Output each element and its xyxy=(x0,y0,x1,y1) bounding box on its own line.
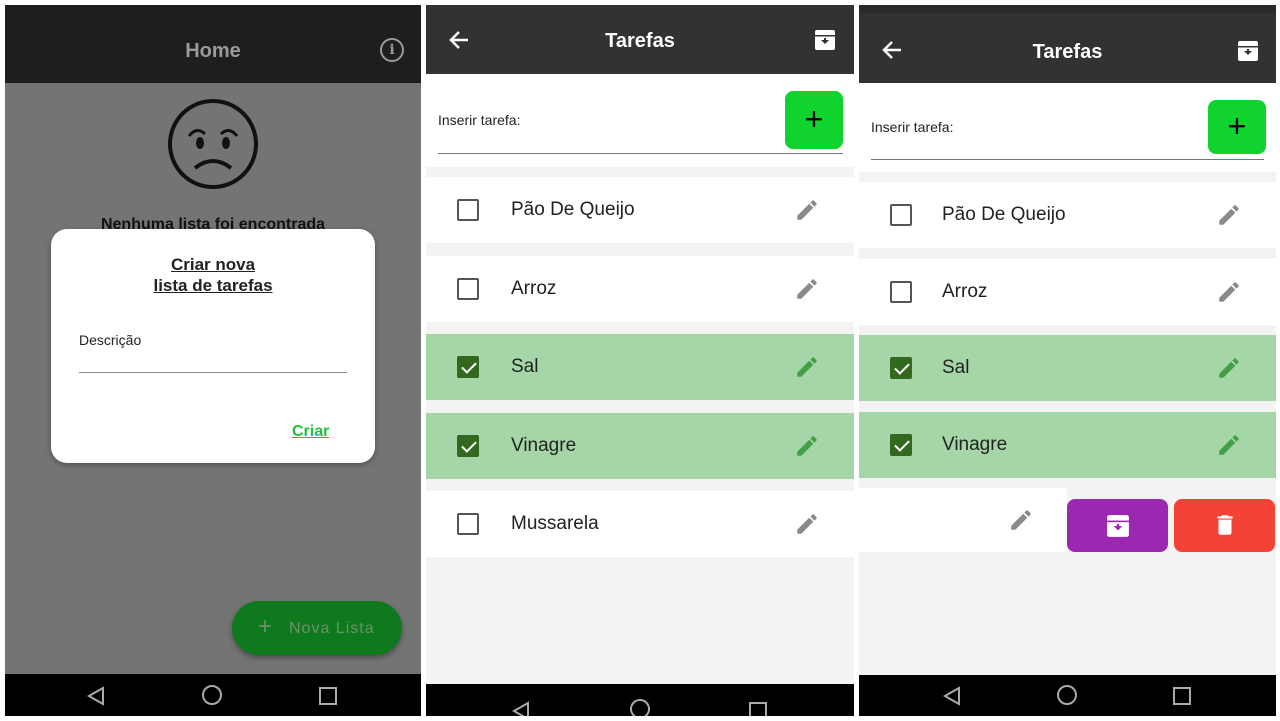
new-list-label: Nova Lista xyxy=(289,620,375,637)
system-nav-bar xyxy=(426,684,854,716)
delete-task-button[interactable] xyxy=(1174,499,1275,552)
task-label: Pão De Queijo xyxy=(942,204,1066,225)
archive-icon[interactable] xyxy=(1237,40,1259,62)
sad-face-icon xyxy=(168,99,258,189)
system-nav-bar xyxy=(859,675,1276,716)
add-task-button[interactable]: + xyxy=(785,91,843,149)
create-list-dialog: Criar nova lista de tarefas Descrição Cr… xyxy=(51,229,375,463)
nav-recents-icon[interactable] xyxy=(317,685,339,707)
page-title: Tarefas xyxy=(1032,41,1103,63)
task-input-underline xyxy=(438,153,843,154)
task-checkbox[interactable] xyxy=(890,357,912,379)
edit-icon[interactable] xyxy=(794,433,820,459)
archive-icon[interactable] xyxy=(814,29,836,51)
tasks-screen: Tarefas Inserir tarefa: + Pão De Queijo A… xyxy=(426,5,854,716)
task-input-field[interactable]: Inserir tarefa: xyxy=(871,119,953,135)
task-label: Vinagre xyxy=(942,433,1008,455)
nav-recents-icon[interactable] xyxy=(747,700,769,716)
nav-home-icon[interactable] xyxy=(629,698,651,716)
page-title: Tarefas xyxy=(605,30,675,52)
nav-recents-icon[interactable] xyxy=(1171,685,1193,707)
app-bar: Tarefas xyxy=(426,5,854,74)
edit-icon[interactable] xyxy=(794,354,820,380)
new-task-area: Inserir tarefa: + xyxy=(426,74,854,167)
task-label: Mussarela xyxy=(511,513,599,534)
task-checkbox[interactable] xyxy=(890,280,912,303)
task-label: Pão De Queijo xyxy=(511,199,635,220)
create-button[interactable]: Criar xyxy=(292,423,329,441)
task-row[interactable]: Sal xyxy=(859,335,1276,401)
nav-home-icon[interactable] xyxy=(1056,684,1078,706)
nav-back-icon[interactable] xyxy=(510,700,532,716)
dialog-title-line2: lista de tarefas xyxy=(153,276,273,295)
tasks-swipe-screen: Tarefas Inserir tarefa: + Pão De Queijo A… xyxy=(859,5,1276,716)
task-checkbox[interactable] xyxy=(457,434,479,457)
task-row[interactable]: Mussarela xyxy=(426,491,854,557)
edit-icon[interactable] xyxy=(1216,355,1242,381)
edit-icon[interactable] xyxy=(1216,202,1242,228)
add-task-button[interactable]: + xyxy=(1208,100,1266,154)
home-screen: Home i Nenhuma lista foi encontrada Cria… xyxy=(5,5,421,716)
task-checkbox[interactable] xyxy=(457,356,479,378)
delete-icon xyxy=(1217,515,1233,535)
system-nav-bar xyxy=(5,674,421,716)
nav-home-icon[interactable] xyxy=(201,684,223,706)
task-row[interactable]: Pão De Queijo xyxy=(426,177,854,243)
task-input-field[interactable]: Inserir tarefa: xyxy=(438,112,520,128)
edit-icon[interactable] xyxy=(1216,432,1242,458)
edit-icon[interactable] xyxy=(794,276,820,302)
edit-icon[interactable] xyxy=(794,511,820,537)
task-row[interactable]: Arroz xyxy=(426,255,854,322)
task-checkbox[interactable] xyxy=(890,433,912,456)
page-title: Home xyxy=(185,40,241,62)
task-label: Sal xyxy=(942,357,970,378)
task-row[interactable]: Vinagre xyxy=(859,411,1276,478)
edit-icon[interactable] xyxy=(794,197,820,223)
task-row[interactable]: Arroz xyxy=(859,258,1276,325)
edit-icon[interactable] xyxy=(1008,507,1034,533)
task-row[interactable]: Pão De Queijo xyxy=(859,182,1276,248)
nav-back-icon[interactable] xyxy=(941,685,963,707)
task-row[interactable]: Vinagre xyxy=(426,412,854,479)
task-label: Vinagre xyxy=(511,434,577,456)
archive-task-button[interactable] xyxy=(1067,499,1168,552)
task-checkbox[interactable] xyxy=(457,277,479,300)
task-input-underline xyxy=(871,159,1264,160)
description-field[interactable]: Descrição xyxy=(79,332,141,348)
task-row[interactable]: Sal xyxy=(426,334,854,400)
archive-icon xyxy=(1107,515,1129,537)
edit-icon[interactable] xyxy=(1216,279,1242,305)
nav-back-icon[interactable] xyxy=(85,685,107,707)
new-list-button[interactable]: + Nova Lista xyxy=(232,601,402,655)
task-checkbox[interactable] xyxy=(457,513,479,535)
task-label: Arroz xyxy=(511,277,557,299)
app-bar: Home i xyxy=(5,5,421,83)
task-label: Sal xyxy=(511,356,539,377)
new-task-area: Inserir tarefa: + xyxy=(859,83,1276,172)
app-bar: Tarefas xyxy=(859,13,1276,83)
description-underline xyxy=(79,372,347,373)
plus-icon: + xyxy=(258,613,274,640)
status-bar xyxy=(859,5,1276,13)
task-checkbox[interactable] xyxy=(457,199,479,221)
dialog-title-line1: Criar nova xyxy=(170,255,256,274)
swiped-task-row[interactable] xyxy=(859,488,1067,552)
info-icon[interactable]: i xyxy=(380,38,404,62)
task-label: Arroz xyxy=(942,280,988,302)
task-checkbox[interactable] xyxy=(890,204,912,226)
